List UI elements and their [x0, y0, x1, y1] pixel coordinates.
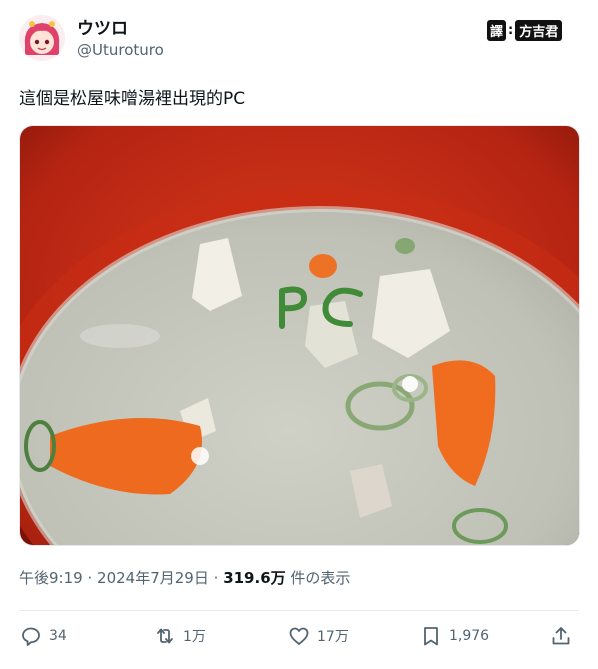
bookmark-count: 1,976 [449, 628, 490, 644]
view-count: 319.6万 [223, 569, 286, 587]
meta-separator: · [87, 569, 93, 587]
share-icon [552, 627, 570, 645]
reply-button[interactable]: 34 [19, 624, 67, 648]
translator-name: 方吉君 [515, 19, 563, 41]
tweet-photo[interactable] [19, 125, 580, 546]
share-button[interactable] [549, 624, 573, 648]
tweet-meta: 午後9:19 · 2024年7月29日 · 319.6万 件の表示 [19, 567, 350, 588]
author-handle[interactable]: @Uturoturo [77, 41, 164, 59]
tweet-time[interactable]: 午後9:19 [19, 569, 83, 587]
view-label: 件の表示 [290, 569, 351, 587]
bookmark-icon [424, 627, 438, 646]
divider [19, 610, 579, 611]
retweet-icon [157, 628, 173, 644]
bookmark-button[interactable]: 1,976 [419, 624, 489, 648]
anime-girl-avatar-icon [19, 15, 65, 61]
translation-label: 譯 [487, 19, 507, 41]
like-button[interactable]: 17万 [287, 624, 349, 648]
translation-badge: 譯 : 方吉君 [487, 19, 563, 41]
translation-separator: : [508, 22, 514, 38]
reply-count: 34 [49, 628, 67, 644]
reply-icon [22, 627, 40, 646]
action-bar: 34 1万 17万 1,976 [19, 624, 579, 654]
retweet-button[interactable]: 1万 [153, 624, 206, 648]
retweet-count: 1万 [183, 629, 206, 645]
tweet-text: 這個是松屋味噌湯裡出現的PC [19, 89, 246, 109]
heart-icon [289, 627, 309, 645]
avatar[interactable] [19, 15, 65, 61]
meta-separator: · [213, 569, 219, 587]
tweet-date[interactable]: 2024年7月29日 [97, 569, 209, 587]
miso-soup-photo-icon [20, 126, 579, 545]
like-count: 17万 [317, 629, 349, 645]
author-display-name[interactable]: ウツロ [77, 14, 128, 39]
